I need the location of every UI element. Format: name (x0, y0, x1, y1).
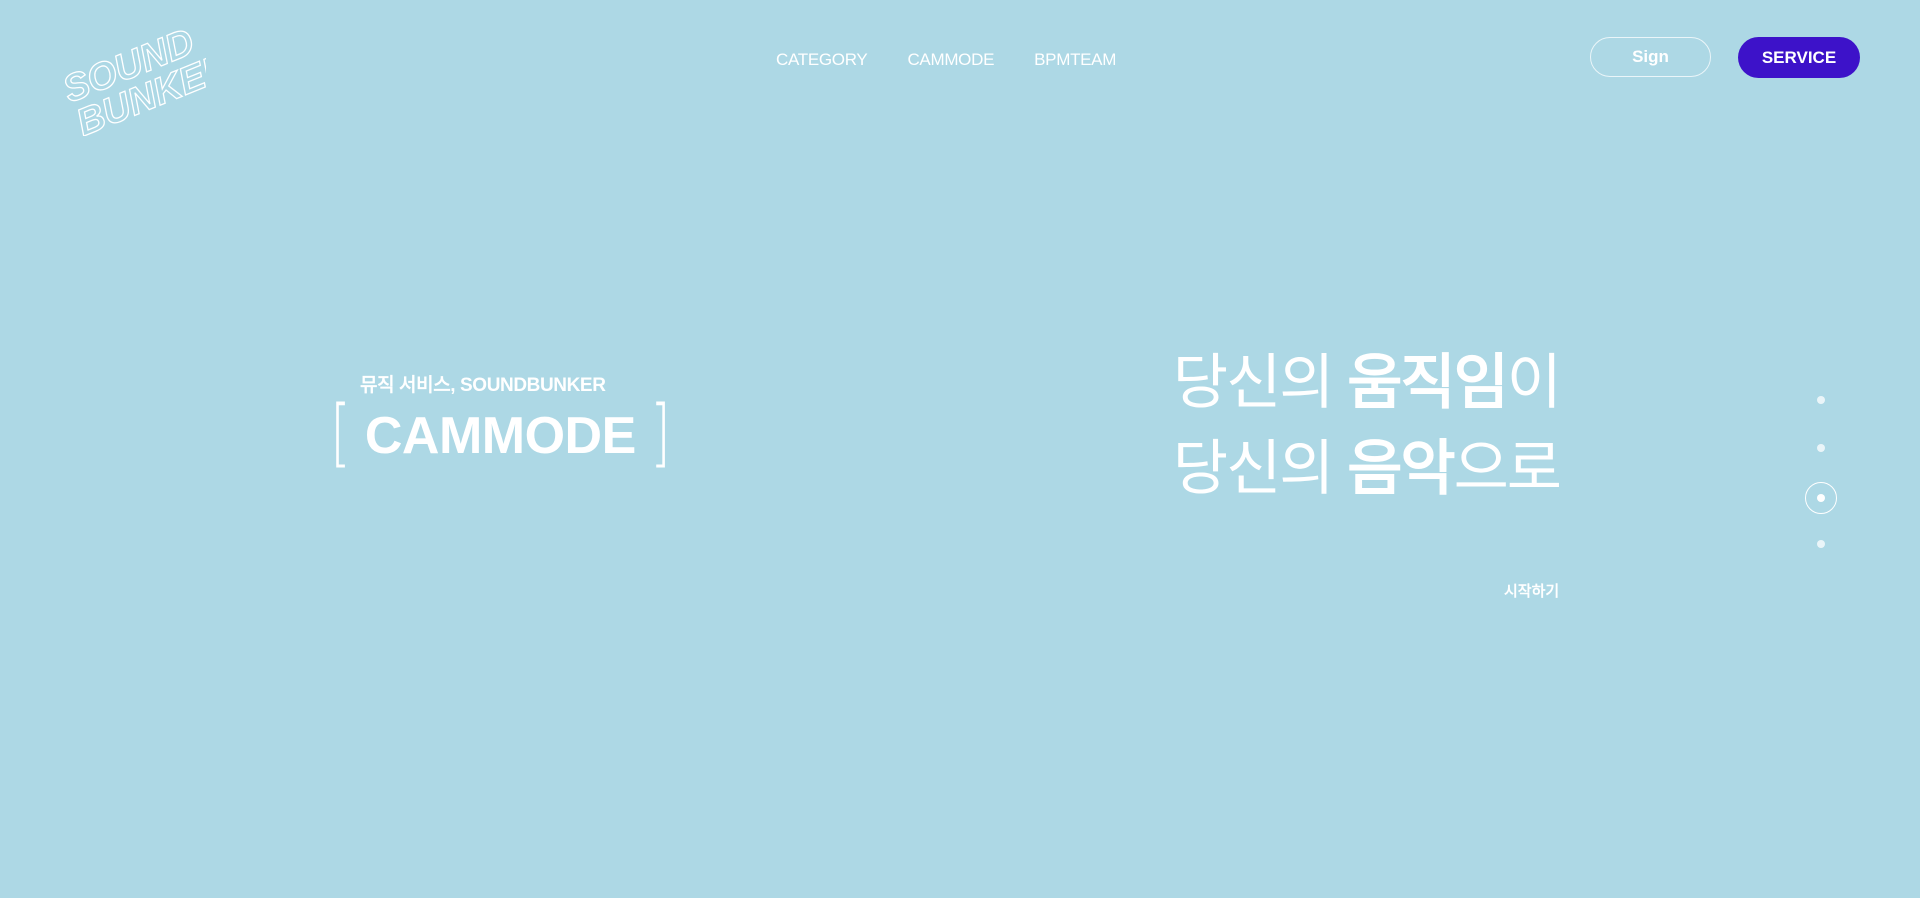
pagination-dot-3-active[interactable] (1805, 482, 1837, 514)
pagination-dot-4[interactable] (1817, 540, 1825, 548)
pagination-dot-2[interactable] (1817, 444, 1825, 452)
headline-line1: 당신의 움직임이 (1172, 340, 1562, 426)
headline-line2-pre: 당신의 (1172, 435, 1348, 502)
bracket-close: ] (650, 390, 671, 476)
headline-line2: 당신의 음악으로 (1172, 426, 1562, 512)
pagination-dot-1[interactable] (1817, 396, 1825, 404)
start-link[interactable]: 시작하기 (1504, 580, 1559, 601)
headline-line2-post: 으로 (1453, 435, 1562, 502)
nav-item-category[interactable]: CATEGORY (776, 50, 868, 70)
hero-title-text: CAMMODE (364, 407, 636, 465)
main-nav: CATEGORY CAMMODE BPMTEAM (776, 50, 1116, 70)
headline-line2-bold: 음악 (1347, 435, 1455, 502)
service-button[interactable]: SERVICE (1738, 37, 1860, 78)
headline-line1-post: 이 (1506, 349, 1562, 416)
headline: 당신의 움직임이 당신의 음악으로 (1172, 340, 1562, 512)
sign-button[interactable]: Sign (1590, 37, 1711, 77)
soundbunker-logo[interactable]: SOUND BUNKER (56, 16, 206, 136)
logo-icon: SOUND BUNKER (57, 20, 206, 136)
bracket-open: [ (330, 390, 351, 476)
headline-line1-bold: 움직임 (1347, 349, 1509, 416)
nav-item-cammode[interactable]: CAMMODE (907, 50, 994, 70)
nav-item-bpmteam[interactable]: BPMTEAM (1034, 50, 1116, 70)
hero-title: [ CAMMODE ] (326, 396, 675, 470)
hero-subtitle: 뮤직 서비스, SOUNDBUNKER (360, 375, 606, 396)
headline-line1-pre: 당신의 (1172, 349, 1348, 416)
